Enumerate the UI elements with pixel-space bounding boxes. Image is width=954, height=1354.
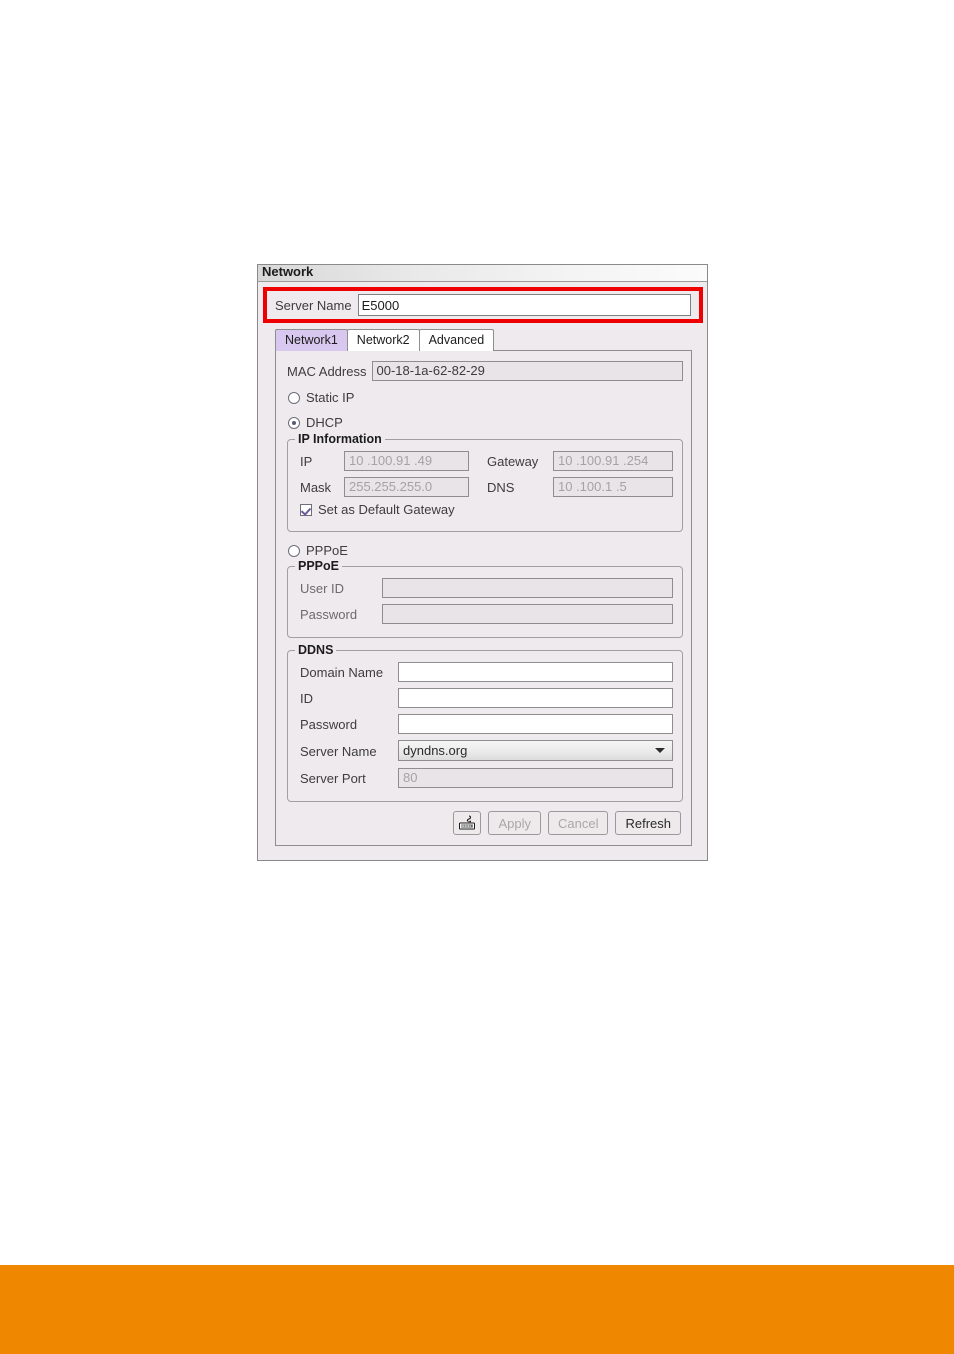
- tab-advanced[interactable]: Advanced: [418, 329, 495, 351]
- dhcp-label: DHCP: [306, 415, 343, 430]
- pppoe-radio-row[interactable]: PPPoE: [288, 543, 348, 558]
- ddns-id-input[interactable]: [398, 688, 673, 708]
- mac-address-value: 00-18-1a-62-82-29: [372, 361, 683, 381]
- pppoe-radio-icon[interactable]: [288, 544, 300, 557]
- default-gateway-checkbox-icon[interactable]: [300, 503, 312, 516]
- tab-network1[interactable]: Network1: [275, 329, 348, 351]
- apply-button[interactable]: Apply: [488, 811, 541, 835]
- footer-accent-band: [0, 1265, 954, 1354]
- ddns-password-input[interactable]: [398, 714, 673, 734]
- ddns-server-name-select[interactable]: dyndns.org: [398, 740, 673, 761]
- dns-label: DNS: [487, 480, 515, 495]
- network-settings-panel: Network Server Name Network1 Network2 Ad…: [257, 264, 708, 861]
- dhcp-radio-icon[interactable]: [288, 416, 300, 429]
- virtual-keyboard-button[interactable]: [453, 811, 482, 835]
- tab-bar: Network1 Network2 Advanced: [275, 329, 495, 351]
- virtual-keyboard-icon: [459, 815, 476, 830]
- ddns-server-port-input: 80: [398, 768, 673, 788]
- chevron-down-icon[interactable]: [655, 748, 665, 753]
- dhcp-radio-row[interactable]: DHCP: [288, 415, 343, 430]
- ddns-server-name-label: Server Name: [300, 744, 377, 759]
- default-gateway-checkbox-row[interactable]: Set as Default Gateway: [300, 502, 455, 517]
- ddns-domain-name-input[interactable]: [398, 662, 673, 682]
- ip-information-legend: IP Information: [295, 432, 385, 446]
- mask-value: 255.255.255.0: [344, 477, 469, 497]
- server-name-label: Server Name: [275, 297, 352, 313]
- pppoe-user-id-input[interactable]: [382, 578, 673, 598]
- network1-tab-panel: MAC Address 00-18-1a-62-82-29 Static IP …: [275, 350, 692, 846]
- ip-information-group: IP Information IP 10 .100.91 .49 Gateway…: [287, 432, 683, 532]
- ddns-domain-name-label: Domain Name: [300, 665, 384, 680]
- server-name-row: Server Name: [267, 291, 699, 319]
- pppoe-password-label: Password: [300, 607, 358, 622]
- static-ip-radio-row[interactable]: Static IP: [288, 390, 354, 405]
- action-button-row: Apply Cancel Refresh: [453, 811, 681, 835]
- ddns-id-label: ID: [300, 691, 313, 706]
- pppoe-radio-label: PPPoE: [306, 543, 348, 558]
- mac-address-row: MAC Address 00-18-1a-62-82-29: [287, 361, 683, 381]
- ddns-password-label: Password: [300, 717, 358, 732]
- default-gateway-label: Set as Default Gateway: [318, 502, 455, 517]
- ip-label: IP: [300, 454, 313, 469]
- ip-value: 10 .100.91 .49: [344, 451, 469, 471]
- static-ip-radio-icon[interactable]: [288, 391, 300, 404]
- gateway-label: Gateway: [487, 454, 539, 469]
- pppoe-user-id-label: User ID: [300, 581, 345, 596]
- cancel-button[interactable]: Cancel: [548, 811, 609, 835]
- page-title: Network: [262, 264, 314, 279]
- ddns-legend: DDNS: [295, 643, 337, 657]
- tab-network2[interactable]: Network2: [346, 329, 420, 351]
- mask-label: Mask: [300, 480, 332, 495]
- refresh-button[interactable]: Refresh: [615, 811, 681, 835]
- ddns-server-name-value: dyndns.org: [403, 743, 468, 758]
- ddns-server-port-label: Server Port: [300, 771, 366, 786]
- ddns-group: DDNS Domain Name ID Password Server Name…: [287, 643, 683, 802]
- pppoe-password-input[interactable]: [382, 604, 673, 624]
- server-name-input[interactable]: [357, 294, 691, 316]
- pppoe-legend: PPPoE: [295, 559, 342, 573]
- pppoe-group: PPPoE User ID Password: [287, 559, 683, 638]
- static-ip-label: Static IP: [306, 390, 355, 405]
- server-name-annotation-highlight: Server Name: [263, 287, 703, 323]
- dns-value: 10 .100.1 .5: [553, 477, 673, 497]
- mac-address-label: MAC Address: [287, 363, 367, 379]
- gateway-value: 10 .100.91 .254: [553, 451, 673, 471]
- panel-titlebar: Network: [258, 264, 707, 282]
